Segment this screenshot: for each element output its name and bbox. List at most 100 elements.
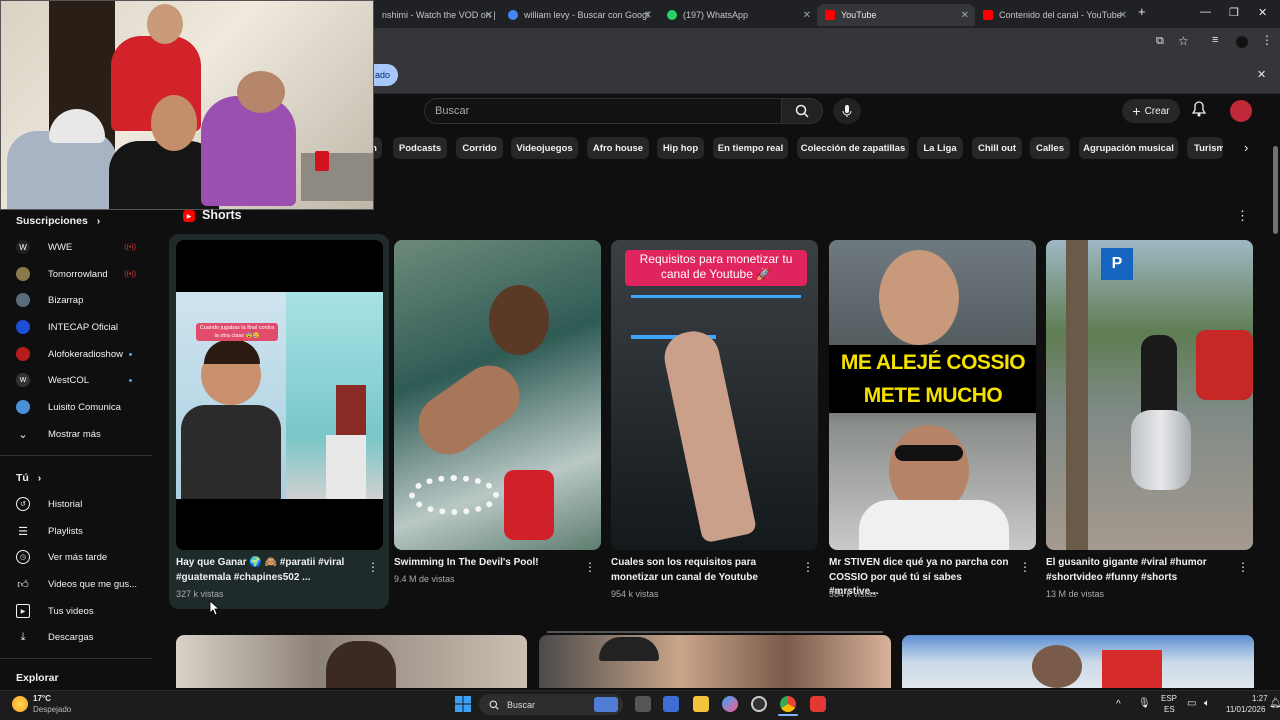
minimize-icon[interactable]: — <box>1200 6 1211 18</box>
browser-tab-studio[interactable]: Contenido del canal - YouTube ✕ <box>975 4 1133 26</box>
chip-zapatillas[interactable]: Colección de zapatillas <box>797 137 909 159</box>
bookmark-star-icon[interactable]: ☆ <box>1178 34 1189 48</box>
chevron-right-icon[interactable]: › <box>1244 140 1248 155</box>
chip-corrido[interactable]: Corrido <box>456 137 503 159</box>
search-input[interactable]: Buscar <box>424 98 782 124</box>
close-tab-icon[interactable]: ✕ <box>803 10 811 21</box>
sidebar-item-intecap[interactable]: INTECAP Oficial <box>16 318 146 336</box>
you-heading[interactable]: Tú › <box>16 472 41 484</box>
chip-hip-hop[interactable]: Hip hop <box>657 137 704 159</box>
sidebar-item-alofoke[interactable]: Alofokeradioshow <box>16 345 146 363</box>
close-tab-icon[interactable]: ✕ <box>485 10 493 21</box>
short-menu-icon[interactable]: ⋮ <box>584 560 596 574</box>
short-title-line: #shortvideo #funny #shorts <box>1046 571 1178 583</box>
sidebar-item-liked[interactable]: 👍︎ Videos que me gus... <box>16 575 146 593</box>
search-button[interactable] <box>781 98 823 124</box>
chip-podcasts[interactable]: Podcasts <box>393 137 447 159</box>
windows-start-icon[interactable] <box>455 696 471 712</box>
copilot-icon[interactable] <box>722 696 738 712</box>
chip-turismo[interactable]: Turism <box>1187 137 1223 159</box>
chip-agrupacion-musical[interactable]: Agrupación musical <box>1079 137 1178 159</box>
clock-date[interactable]: 11/01/2026 <box>1226 705 1265 714</box>
sidebar-item-bizarrap[interactable]: Bizarrap <box>16 291 146 309</box>
weather-desc[interactable]: Despejado <box>33 705 71 714</box>
short-thumbnail[interactable]: Cuando jugabas la final contra la otra c… <box>176 240 383 550</box>
sidebar-item-downloads[interactable]: ⤓ Descargas <box>16 628 146 646</box>
chip-afro-house[interactable]: Afro house <box>587 137 649 159</box>
tab-label: (197) WhatsApp <box>683 10 749 20</box>
short-menu-icon[interactable]: ⋮ <box>1019 560 1031 574</box>
browser-tab-twitch[interactable]: nshimi - Watch the VOD on | ✕ <box>374 4 499 26</box>
notifications-bell-icon[interactable] <box>1191 101 1207 120</box>
cast-icon[interactable]: ⧉ <box>1156 35 1164 48</box>
short-thumbnail[interactable]: Requisitos para monetizar tu canal de Yo… <box>611 240 818 550</box>
close-tab-icon[interactable]: ✕ <box>961 10 969 21</box>
sidebar-item-westcol[interactable]: W WestCOL <box>16 371 146 389</box>
volume-icon[interactable]: 🔈︎ <box>1204 698 1210 709</box>
close-infobar-icon[interactable]: ✕ <box>1257 68 1266 81</box>
maximize-icon[interactable]: ❐ <box>1229 6 1239 19</box>
short-menu-icon[interactable]: ⋮ <box>802 560 814 574</box>
browser-tab-whatsapp[interactable]: (197) WhatsApp ✕ <box>659 4 817 26</box>
sidebar-item-playlists[interactable]: ☰ Playlists <box>16 522 146 540</box>
close-window-icon[interactable]: ✕ <box>1258 6 1267 19</box>
sidebar-item-watch-later[interactable]: ◷ Ver más tarde <box>16 548 146 566</box>
microphone-tray-icon[interactable]: 🎙︎ <box>1138 698 1151 709</box>
browser-menu-icon[interactable]: ⋮ <box>1261 33 1273 47</box>
browser-tab-google[interactable]: william levy - Buscar con Googl ✕ <box>500 4 658 26</box>
short-thumbnail[interactable]: P <box>1046 240 1253 550</box>
voice-search-button[interactable] <box>833 98 861 124</box>
youtube-icon <box>825 10 835 20</box>
video-thumbnail[interactable] <box>176 635 527 688</box>
account-avatar[interactable] <box>1230 100 1252 122</box>
sidebar-item-wwe[interactable]: W WWE ((•)) <box>16 238 146 256</box>
chrome-icon[interactable] <box>780 696 796 712</box>
scrollbar-thumb[interactable] <box>1273 146 1278 234</box>
sidebar-item-your-videos[interactable]: ▶ Tus videos <box>16 602 146 620</box>
shorts-menu-icon[interactable]: ⋮ <box>1236 208 1249 224</box>
browser-tab-youtube[interactable]: YouTube ✕ <box>817 4 975 26</box>
short-title[interactable]: Hay que Ganar 🌍 🙈 #paratii #viral #guate… <box>176 556 356 585</box>
clock-time[interactable]: 1:27 <box>1252 694 1268 703</box>
app-icon[interactable] <box>751 696 767 712</box>
short-menu-icon[interactable]: ⋮ <box>367 560 379 574</box>
sidebar-item-luisito[interactable]: Luisito Comunica <box>16 398 146 416</box>
short-menu-icon[interactable]: ⋮ <box>1237 560 1249 574</box>
notification-icon[interactable]: 🔔︎ <box>1269 698 1280 709</box>
chip-la-liga[interactable]: La Liga <box>917 137 963 159</box>
subscriptions-heading[interactable]: Suscripciones › <box>16 215 100 227</box>
close-tab-icon[interactable]: ✕ <box>1119 10 1127 21</box>
sidebar-item-tomorrowland[interactable]: Tomorrowland ((•)) <box>16 265 146 283</box>
close-tab-icon[interactable]: ✕ <box>644 10 652 21</box>
short-title[interactable]: El gusanito gigante #viral #humor #short… <box>1046 556 1226 585</box>
new-tab-button[interactable]: + <box>1138 4 1146 19</box>
weather-sun-icon[interactable] <box>12 696 28 712</box>
create-button[interactable]: + Crear <box>1122 99 1180 123</box>
chip-calles[interactable]: Calles <box>1030 137 1070 159</box>
profile-icon[interactable] <box>1236 36 1248 48</box>
sidebar-item-show-more[interactable]: ⌄ Mostrar más <box>16 425 146 443</box>
video-thumbnail[interactable] <box>539 635 891 688</box>
task-view-icon[interactable] <box>635 696 651 712</box>
language-indicator[interactable]: ESP <box>1161 694 1177 703</box>
chip-en-tiempo-real[interactable]: En tiempo real <box>713 137 788 159</box>
short-thumbnail[interactable]: ME ALEJÉ COSSIO METE MUCHO <box>829 240 1036 550</box>
media-icon[interactable]: ≡ <box>1212 34 1218 46</box>
chip-videojuegos[interactable]: Videojuegos <box>511 137 578 159</box>
short-title[interactable]: Cuales son los requisitos para monetizar… <box>611 556 791 585</box>
tray-chevron-icon[interactable]: ^ <box>1116 699 1121 710</box>
shorts-logo-icon: ▶ <box>183 210 195 222</box>
youtube-app-icon[interactable] <box>810 696 826 712</box>
store-icon[interactable] <box>663 696 679 712</box>
video-thumbnail[interactable] <box>902 635 1254 688</box>
chip-chill-out[interactable]: Chill out <box>972 137 1022 159</box>
network-icon[interactable]: ▭ <box>1187 698 1196 709</box>
taskbar-search[interactable]: Buscar <box>479 694 623 715</box>
sidebar-item-history[interactable]: ↺ Historial <box>16 495 146 513</box>
weather-temp[interactable]: 17°C <box>33 694 51 703</box>
chevron-down-icon: ⌄ <box>18 428 28 441</box>
file-explorer-icon[interactable] <box>693 696 709 712</box>
live-icon: ((•)) <box>124 243 136 251</box>
short-thumbnail[interactable] <box>394 240 601 550</box>
short-title[interactable]: Swimming In The Devil's Pool! <box>394 556 574 571</box>
